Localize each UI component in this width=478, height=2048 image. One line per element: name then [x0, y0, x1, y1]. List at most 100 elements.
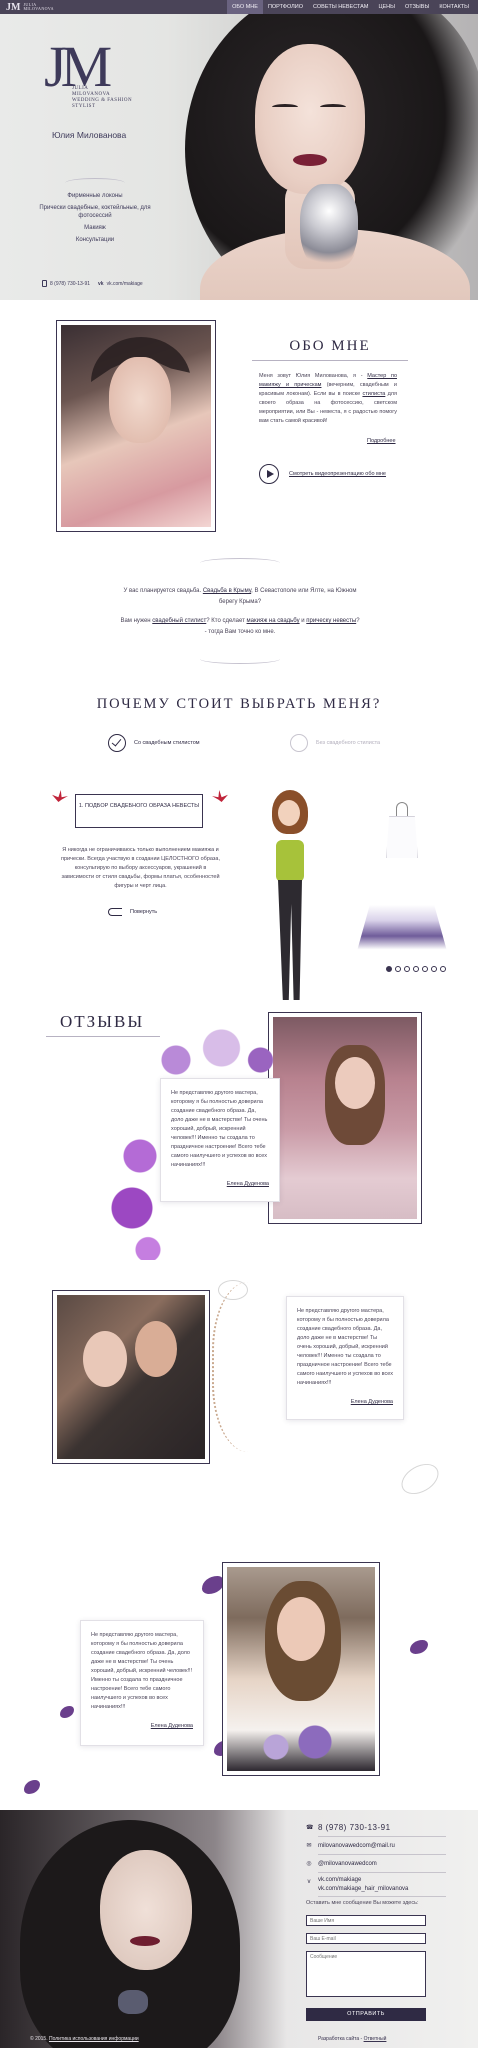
nav-item-portfolio[interactable]: ПОРТФОЛИО — [263, 0, 308, 14]
divider — [46, 1036, 160, 1037]
question-link[interactable]: прическу невесты — [306, 618, 356, 624]
review-author[interactable]: Елена Дуденова — [171, 1180, 269, 1189]
hero-service-item: Фирменные локоны — [67, 193, 123, 199]
message-input[interactable] — [306, 1951, 426, 1997]
illustration-legs — [278, 880, 302, 1000]
about-text-part: Меня зовут Юлия Милованова, я - — [259, 373, 368, 379]
tab-without-stylist-label: Без свадебного стилиста — [316, 740, 381, 746]
footer-instagram-row[interactable]: ◎ @milovanovawedcom — [306, 1858, 446, 1870]
footer-email-row[interactable]: ✉ milovanovawedcom@mail.ru — [306, 1840, 446, 1852]
footer-instagram: @milovanovawedcom — [318, 1861, 377, 1867]
nav-brand-name: JULIA MILOVANOVA — [23, 2, 54, 12]
question-link[interactable]: макияж на свадьбу — [247, 618, 300, 624]
review-author[interactable]: Елена Дуденова — [297, 1398, 393, 1407]
about-text: Меня зовут Юлия Милованова, я - Мастер п… — [259, 372, 397, 426]
footer-phone: 8 (978) 730-13-91 — [318, 1823, 391, 1832]
nav-menu: ОБО МНЕ ПОРТФОЛИО СОВЕТЫ НЕВЕСТАМ ЦЕНЫ О… — [227, 0, 474, 14]
nav-brand[interactable]: JM JULIA MILOVANOVA — [6, 2, 54, 13]
question-text-part: У вас планируется свадьба. — [123, 588, 203, 594]
hero-phone[interactable]: 8 (978) 730-13-91 — [42, 280, 90, 287]
review-text: Не представляю другого мастера, которому… — [171, 1090, 268, 1168]
hero-service-item: Прически свадебные, коктейльные, для фот… — [39, 205, 151, 219]
photo-face — [335, 1057, 375, 1109]
about-more-link[interactable]: Подробнее — [367, 438, 396, 444]
feather-decoration — [218, 1280, 248, 1300]
nav-item-reviews[interactable]: ОТЗЫВЫ — [400, 0, 434, 14]
review-text: Не представляю другого мастера, которому… — [297, 1308, 393, 1386]
divider — [252, 360, 408, 361]
footer-contacts: ☎ 8 (978) 730-13-91 ✉ milovanovawedcom@mai… — [306, 1822, 446, 1900]
policy-link[interactable]: Политика использования информации — [49, 2036, 139, 2042]
illustration-top — [276, 840, 304, 882]
review-photo-image — [227, 1567, 375, 1771]
review-author[interactable]: Елена Дуденова — [91, 1722, 193, 1731]
question-text-part: ? Кто сделает — [206, 618, 247, 624]
slider-dot[interactable] — [395, 966, 401, 972]
review-photo — [268, 1012, 422, 1224]
developer-link[interactable]: Ответный — [364, 2036, 387, 2042]
instagram-icon: ◎ — [306, 1861, 312, 1867]
question-link[interactable]: Свадьба в Крыму — [203, 588, 251, 594]
nav-monogram: JM — [6, 1, 21, 13]
about-photo — [56, 320, 216, 532]
flowers-decoration — [150, 1024, 280, 1084]
send-button[interactable]: ОТПРАВИТЬ — [306, 2008, 426, 2021]
review-text: Не представляю другого мастера, которому… — [91, 1632, 193, 1710]
flip-label: Повернуть — [130, 909, 158, 915]
flip-button[interactable]: Повернуть — [108, 908, 157, 916]
flourish-ornament — [200, 654, 280, 664]
name-input[interactable] — [306, 1915, 426, 1926]
hero-vk[interactable]: vk vk.com/makiage — [98, 281, 143, 287]
footer-email: milovanovawedcom@mail.ru — [318, 1843, 395, 1849]
copyright-text: © 2015. — [30, 2036, 49, 2042]
divider — [318, 1896, 446, 1897]
footer-model-face — [100, 1850, 192, 1970]
slider-dot[interactable] — [431, 966, 437, 972]
hero-logo-text: JULIA MILOVANOVA WEDDING & FASHION STYLI… — [72, 86, 132, 110]
video-link[interactable]: Смотреть видеопрезентацию обо мне — [289, 471, 386, 477]
bird-icon — [212, 790, 228, 802]
why-step-box: 1. ПОДБОР СВАДЕБНОГО ОБРАЗА НЕВЕСТЫ — [75, 794, 203, 828]
footer-vk1[interactable]: vk.com/makiage — [318, 1877, 361, 1883]
question-text: У вас планируется свадьба. Свадьба в Кры… — [120, 586, 360, 638]
email-input[interactable] — [306, 1933, 426, 1944]
slider-dot[interactable] — [413, 966, 419, 972]
nav-item-about[interactable]: ОБО МНЕ — [227, 0, 263, 14]
review-card: Не представляю другого мастера, которому… — [160, 1078, 280, 1202]
rotate-icon — [108, 908, 122, 916]
question-line: Вам нужен свадебный стилист? Кто сделает… — [120, 616, 360, 638]
slider-dots — [386, 966, 446, 972]
photo-face — [135, 1321, 177, 1377]
hero-services: Фирменные локоны Прически свадебные, кок… — [30, 178, 160, 248]
why-title: ПОЧЕМУ СТОИТ ВЫБРАТЬ МЕНЯ? — [96, 696, 382, 712]
vk-icon: v — [307, 1879, 311, 1885]
reviews-title: ОТЗЫВЫ — [60, 1012, 145, 1031]
tab-with-stylist-label: Со свадебным стилистом — [134, 740, 200, 746]
hero-model-eye-right — [320, 104, 346, 110]
nav-item-tips[interactable]: СОВЕТЫ НЕВЕСТАМ — [308, 0, 373, 14]
about-title: ОБО МНЕ — [289, 338, 371, 354]
vk-icon: vk — [98, 280, 104, 287]
footer-vk-row[interactable]: v vk.com/makiage vk.com/makiage_hair_milov… — [306, 1876, 446, 1894]
slider-dot[interactable] — [386, 966, 392, 972]
footer-phone-row[interactable]: ☎ 8 (978) 730-13-91 — [306, 1822, 446, 1834]
why-description: Я никогда не ограничиваюсь только выполн… — [60, 847, 220, 889]
review-photo-image — [273, 1017, 417, 1219]
copyright: © 2015. Политика использования информаци… — [30, 2036, 139, 2042]
footer-vk2[interactable]: vk.com/makiage_hair_milovanova — [318, 1886, 408, 1892]
slider-dot[interactable] — [404, 966, 410, 972]
about-link-stylist[interactable]: стилиста — [362, 391, 385, 397]
developer-text: Разработка сайта - — [318, 2036, 364, 2042]
question-link[interactable]: свадебный стилист — [152, 618, 206, 624]
nav-item-contacts[interactable]: КОНТАКТЫ — [434, 0, 474, 14]
review-photo-image — [57, 1295, 205, 1459]
tab-without-stylist[interactable]: Без свадебного стилиста — [290, 734, 380, 752]
slider-dot[interactable] — [422, 966, 428, 972]
tab-with-stylist[interactable]: Со свадебным стилистом — [108, 734, 200, 752]
hero-model-jewelry — [300, 184, 358, 274]
slider-dot[interactable] — [440, 966, 446, 972]
play-icon[interactable] — [259, 464, 279, 484]
nav-item-prices[interactable]: ЦЕНЫ — [373, 0, 400, 14]
illustration-hanger — [396, 802, 408, 816]
developer-credit: Разработка сайта - Ответный — [318, 2036, 386, 2042]
